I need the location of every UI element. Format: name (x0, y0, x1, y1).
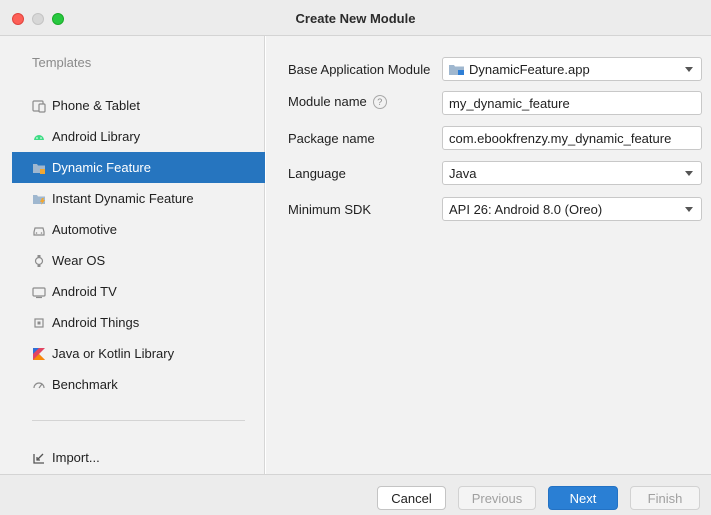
minimum-sdk-label: Minimum SDK (288, 202, 372, 217)
sidebar-item-benchmark[interactable]: Benchmark (12, 369, 265, 400)
cancel-button[interactable]: Cancel (377, 486, 446, 510)
chip-icon (32, 316, 46, 330)
chevron-down-icon (685, 207, 693, 212)
android-icon (32, 130, 46, 144)
sidebar-item-dynamic-feature[interactable]: Dynamic Feature (12, 152, 265, 183)
instant-dynamic-feature-icon (32, 192, 46, 206)
help-icon[interactable]: ? (372, 94, 387, 109)
sidebar-divider (32, 420, 245, 421)
sidebar-item-automotive[interactable]: Automotive (12, 214, 265, 245)
watch-icon (32, 254, 46, 268)
sidebar-item-phone-tablet[interactable]: Phone & Tablet (12, 90, 265, 121)
dynamic-feature-icon (32, 161, 46, 175)
minimum-sdk-select[interactable]: API 26: Android 8.0 (Oreo) (442, 197, 702, 221)
sidebar-item-android-things[interactable]: Android Things (12, 307, 265, 338)
module-name-field[interactable]: my_dynamic_feature (442, 91, 702, 115)
sidebar-item-label: Automotive (52, 222, 118, 237)
base-module-label: Base Application Module (288, 62, 431, 77)
sidebar-item-label: Benchmark (52, 377, 118, 392)
package-name-value: com.ebookfrenzy.my_dynamic_feature (449, 130, 672, 146)
chevron-down-icon (685, 171, 693, 176)
module-name-label-text: Module name (288, 94, 367, 109)
sidebar-item-instant-dynamic-feature[interactable]: Instant Dynamic Feature (12, 183, 265, 214)
dialog-footer: Cancel Previous Next Finish (0, 474, 711, 515)
language-select[interactable]: Java (442, 161, 702, 185)
module-name-label: Module name ? (288, 94, 387, 109)
sidebar-item-label: Java or Kotlin Library (52, 346, 175, 361)
sidebar-item-label: Instant Dynamic Feature (52, 191, 194, 206)
sidebar-item-label: Dynamic Feature (52, 160, 151, 175)
package-name-label: Package name (288, 131, 375, 146)
phone-tablet-icon (32, 99, 46, 113)
next-button[interactable]: Next (548, 486, 618, 510)
sidebar-item-android-tv[interactable]: Android TV (12, 276, 265, 307)
base-module-select[interactable]: DynamicFeature.app (442, 57, 702, 81)
import-label: Import... (52, 450, 100, 465)
chevron-down-icon (685, 67, 693, 72)
language-label: Language (288, 166, 346, 181)
sidebar-item-label: Android TV (52, 284, 117, 299)
previous-button[interactable]: Previous (458, 486, 536, 510)
templates-sidebar: Templates Phone & Tablet Android Library… (0, 36, 265, 474)
module-name-value: my_dynamic_feature (449, 95, 570, 111)
sidebar-item-java-kotlin-library[interactable]: Java or Kotlin Library (12, 338, 265, 369)
sidebar-item-label: Phone & Tablet (52, 98, 140, 113)
window-title: Create New Module (295, 11, 416, 26)
sidebar-item-android-library[interactable]: Android Library (12, 121, 265, 152)
base-module-value: DynamicFeature.app (469, 61, 590, 77)
templates-heading: Templates (32, 55, 92, 70)
gauge-icon (32, 378, 46, 392)
language-value: Java (449, 165, 477, 181)
car-icon (32, 223, 46, 237)
minimum-sdk-value: API 26: Android 8.0 (Oreo) (449, 201, 603, 217)
module-form: Base Application Module DynamicFeature.a… (266, 36, 711, 474)
sidebar-item-label: Android Library (52, 129, 141, 144)
title-bar: Create New Module (0, 0, 711, 36)
tv-icon (32, 285, 46, 299)
import-button[interactable]: Import... (12, 442, 265, 473)
sidebar-item-wear-os[interactable]: Wear OS (12, 245, 265, 276)
kotlin-icon (32, 347, 46, 361)
sidebar-item-label: Android Things (52, 315, 140, 330)
import-icon (32, 451, 46, 465)
package-name-field[interactable]: com.ebookfrenzy.my_dynamic_feature (442, 126, 702, 150)
sidebar-item-label: Wear OS (52, 253, 106, 268)
module-folder-icon (449, 63, 465, 76)
finish-button[interactable]: Finish (630, 486, 700, 510)
